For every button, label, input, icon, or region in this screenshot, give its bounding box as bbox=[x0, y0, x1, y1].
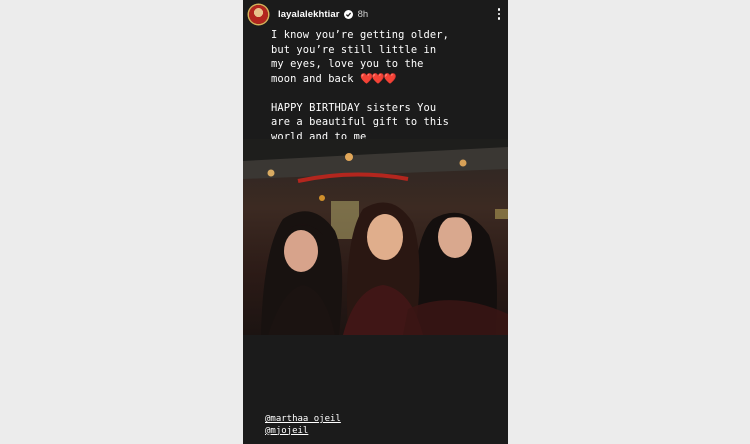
story-frame: layalalekhtiar 8h I know you’re getting … bbox=[243, 0, 508, 444]
avatar[interactable] bbox=[249, 4, 268, 24]
story-photo bbox=[243, 139, 508, 335]
verified-badge-icon bbox=[343, 9, 353, 19]
story-caption: I know you’re getting older, but you’re … bbox=[271, 28, 503, 144]
more-options-icon[interactable] bbox=[494, 6, 504, 22]
story-header: layalalekhtiar 8h bbox=[249, 4, 504, 24]
hearts-emoji: ❤️❤️❤️ bbox=[359, 72, 397, 85]
mention-link[interactable]: @marthaa_ojeil bbox=[265, 414, 341, 426]
caption-part-2: HAPPY BIRTHDAY sisters You are a beautif… bbox=[271, 101, 449, 143]
post-time: 8h bbox=[357, 8, 369, 20]
mention-link[interactable]: @mjojeil bbox=[265, 426, 341, 438]
username[interactable]: layalalekhtiar bbox=[278, 9, 340, 20]
mentions-list: @marthaa_ojeil @mjojeil bbox=[265, 414, 341, 437]
